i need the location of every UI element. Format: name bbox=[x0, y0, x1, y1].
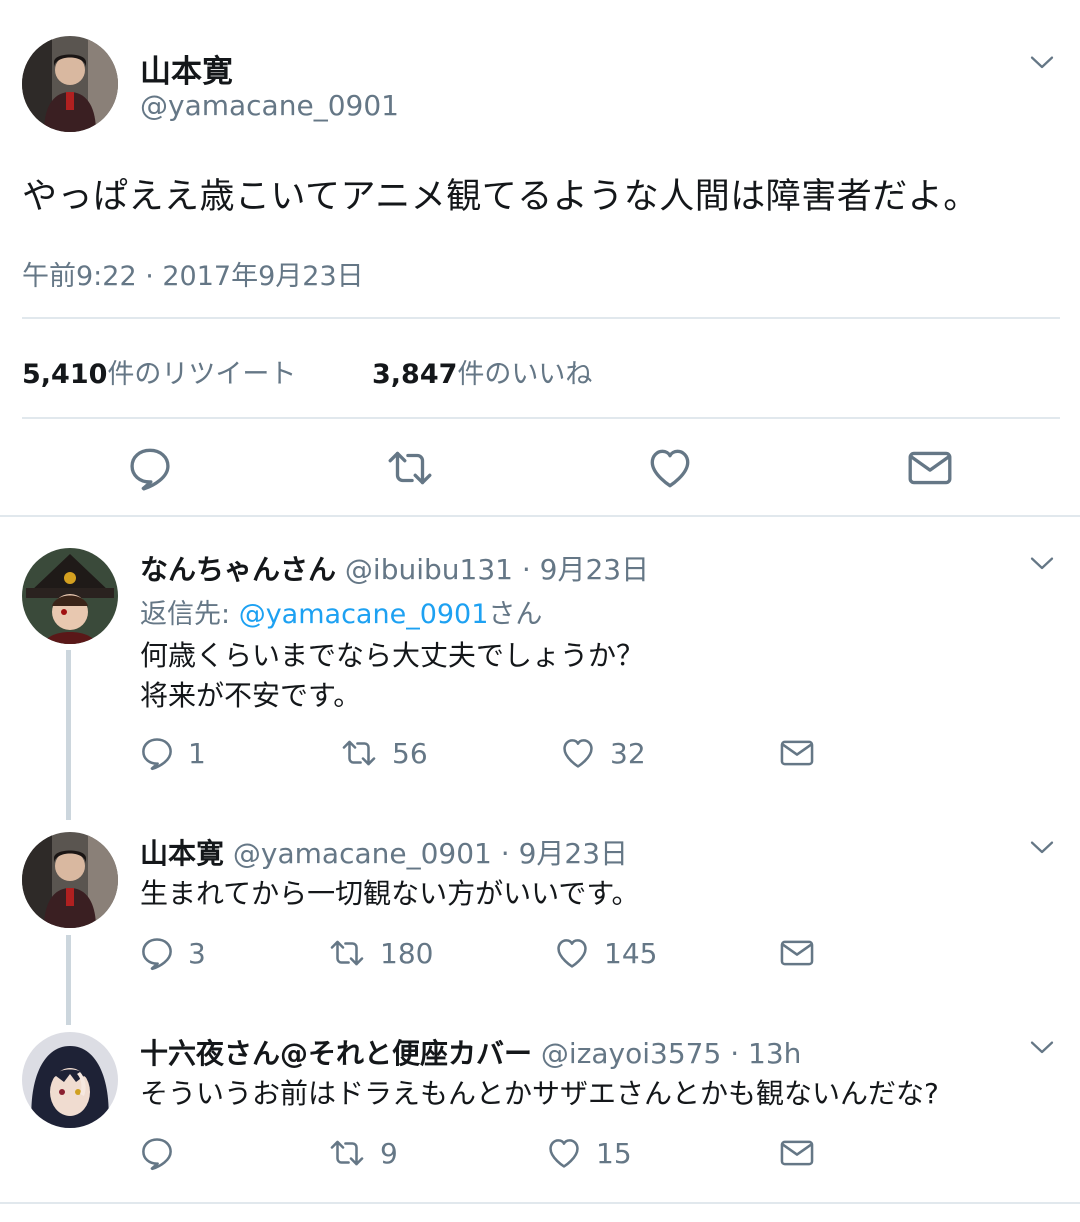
like-button[interactable] bbox=[645, 443, 695, 493]
dm-icon bbox=[777, 1134, 817, 1172]
like-button[interactable]: 145 bbox=[552, 934, 657, 972]
like-count: 32 bbox=[610, 736, 646, 770]
chevron-down-icon[interactable] bbox=[1027, 47, 1057, 81]
like-button[interactable]: 15 bbox=[544, 1134, 632, 1172]
reply-time[interactable]: · 13h bbox=[730, 1037, 801, 1070]
retweet-icon bbox=[326, 934, 368, 972]
like-label: 件のいいね bbox=[457, 359, 593, 390]
reply-icon bbox=[138, 734, 176, 772]
user-handle[interactable]: @yamacane_0901 bbox=[233, 837, 492, 870]
reply-text: そういうお前はドラえもんとかサザエさんとかも観ないんだな? bbox=[140, 1077, 939, 1110]
divider bbox=[22, 317, 1060, 319]
like-button[interactable]: 32 bbox=[558, 734, 646, 772]
reply-button[interactable] bbox=[125, 443, 175, 493]
reply-header: なんちゃんさん @ibuibu131 · 9月23日 bbox=[140, 548, 649, 588]
dm-icon bbox=[904, 443, 956, 493]
reply-time[interactable]: · 9月23日 bbox=[501, 837, 628, 870]
reply-text: 何歳くらいまでなら大丈夫でしょうか？ 将来が不安です。 bbox=[140, 636, 644, 716]
retweet-count: 5,410 bbox=[22, 359, 108, 390]
thread-line bbox=[66, 935, 71, 1025]
chevron-down-icon[interactable] bbox=[1027, 832, 1057, 866]
chevron-down-icon[interactable] bbox=[1027, 548, 1057, 582]
reply-to-link[interactable]: @yamacane_0901 bbox=[239, 599, 489, 630]
dm-button[interactable] bbox=[777, 934, 817, 972]
user-handle[interactable]: @yamacane_0901 bbox=[140, 89, 399, 122]
dm-button[interactable] bbox=[777, 734, 817, 772]
avatar[interactable] bbox=[22, 1032, 118, 1128]
reply-text-line: 将来が不安です。 bbox=[140, 679, 362, 712]
retweet-button[interactable] bbox=[383, 443, 437, 493]
dm-button[interactable] bbox=[777, 1134, 817, 1172]
reply-button[interactable] bbox=[138, 1134, 188, 1172]
retweet-count: 180 bbox=[380, 936, 434, 970]
retweet-button[interactable]: 9 bbox=[326, 1134, 398, 1172]
tweet-timestamp: 午前9:22 · 2017年9月23日 bbox=[22, 261, 364, 292]
user-handle[interactable]: @ibuibu131 bbox=[345, 553, 513, 586]
reply-to-line: 返信先: @yamacane_0901さん bbox=[140, 592, 542, 631]
retweet-stats[interactable]: 5,410件のリツイート bbox=[22, 352, 296, 391]
section-divider bbox=[0, 515, 1080, 517]
retweet-icon bbox=[326, 1134, 368, 1172]
retweet-label: 件のリツイート bbox=[107, 359, 297, 390]
dm-icon bbox=[777, 734, 817, 772]
reply-text-line: 何歳くらいまでなら大丈夫でしょうか？ bbox=[140, 639, 645, 672]
section-divider bbox=[0, 1202, 1080, 1204]
like-count: 3,847 bbox=[372, 359, 458, 390]
avatar[interactable] bbox=[22, 36, 118, 132]
display-name[interactable]: 山本寛 bbox=[140, 46, 233, 91]
avatar[interactable] bbox=[22, 548, 118, 644]
display-name[interactable]: 十六夜さん@それと便座カバー bbox=[140, 1037, 532, 1070]
like-count: 145 bbox=[604, 936, 658, 970]
reply-to-prefix: 返信先: bbox=[140, 599, 231, 630]
display-name[interactable]: なんちゃんさん bbox=[140, 553, 336, 586]
retweet-button[interactable]: 56 bbox=[338, 734, 428, 772]
reply-header: 山本寛 @yamacane_0901 · 9月23日 bbox=[140, 832, 628, 872]
reply-icon bbox=[138, 1134, 176, 1172]
divider bbox=[22, 417, 1060, 419]
reply-text: 生まれてから一切観ない方がいいです。 bbox=[140, 877, 640, 910]
like-icon bbox=[552, 934, 592, 972]
user-handle[interactable]: @izayoi3575 bbox=[541, 1037, 721, 1070]
reply-header: 十六夜さん@それと便座カバー @izayoi3575 · 13h bbox=[140, 1032, 801, 1072]
reply-time[interactable]: · 9月23日 bbox=[522, 553, 649, 586]
retweet-count: 9 bbox=[380, 1136, 398, 1170]
reply-count: 3 bbox=[188, 936, 206, 970]
avatar[interactable] bbox=[22, 832, 118, 928]
retweet-button[interactable]: 180 bbox=[326, 934, 433, 972]
retweet-count: 56 bbox=[392, 736, 428, 770]
dm-icon bbox=[777, 934, 817, 972]
thread-line bbox=[66, 650, 71, 820]
chevron-down-icon[interactable] bbox=[1027, 1032, 1057, 1066]
tweet-text: やっぱええ歳こいてアニメ観てるような人間は障害者だよ。 bbox=[22, 177, 979, 217]
like-icon bbox=[558, 734, 598, 772]
dm-button[interactable] bbox=[904, 443, 956, 493]
reply-count: 1 bbox=[188, 736, 206, 770]
reply-icon bbox=[125, 443, 175, 493]
retweet-icon bbox=[338, 734, 380, 772]
like-count: 15 bbox=[596, 1136, 632, 1170]
like-icon bbox=[645, 443, 695, 493]
display-name[interactable]: 山本寛 bbox=[140, 837, 224, 870]
reply-button[interactable]: 3 bbox=[138, 934, 206, 972]
reply-button[interactable]: 1 bbox=[138, 734, 206, 772]
retweet-icon bbox=[383, 443, 437, 493]
like-stats[interactable]: 3,847件のいいね bbox=[372, 352, 592, 391]
reply-icon bbox=[138, 934, 176, 972]
like-icon bbox=[544, 1134, 584, 1172]
reply-to-suffix: さん bbox=[488, 599, 543, 630]
